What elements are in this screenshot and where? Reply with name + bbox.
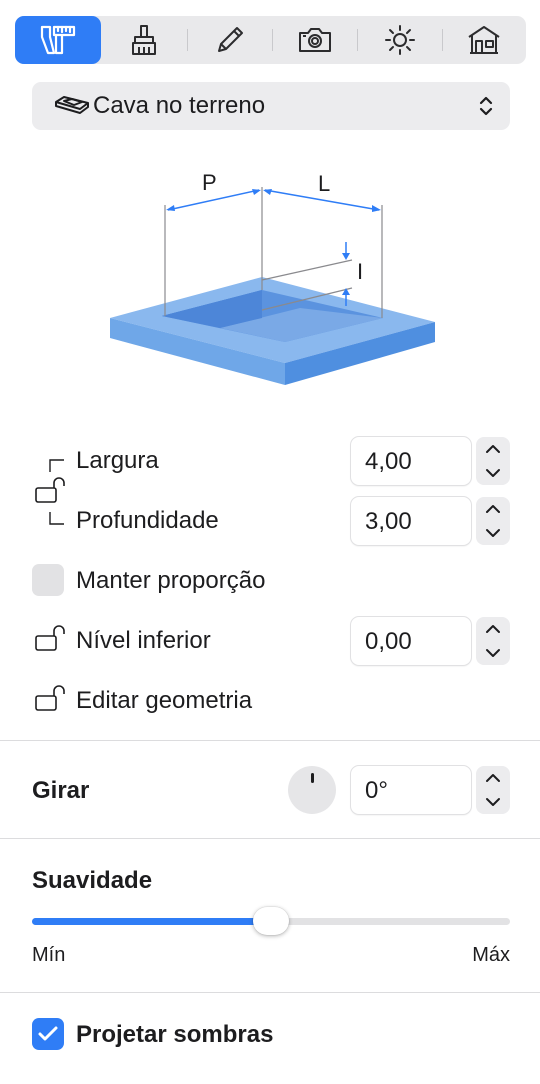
cast-shadows-label: Projetar sombras <box>76 1021 274 1048</box>
smoothness-label: Suavidade <box>32 867 153 894</box>
tab-building[interactable] <box>442 16 526 64</box>
tab-camera[interactable] <box>272 16 358 64</box>
tab-materials[interactable] <box>101 16 187 64</box>
rotate-increment-button[interactable] <box>476 766 510 790</box>
rotate-label: Girar <box>32 777 90 804</box>
bottom-level-value: 0,00 <box>365 628 412 655</box>
width-value: 4,00 <box>365 448 412 475</box>
paint-brush-icon <box>132 25 156 55</box>
width-label: Largura <box>76 447 159 474</box>
bottom-level-decrement-button[interactable] <box>476 641 510 665</box>
rotation-dial-indicator <box>311 773 314 783</box>
divider <box>0 838 540 839</box>
tab-lighting[interactable] <box>357 16 443 64</box>
tab-dimensions[interactable] <box>15 16 101 64</box>
terrain-cut-icon <box>55 96 89 114</box>
tab-edit[interactable] <box>187 16 273 64</box>
keep-ratio-label: Manter proporção <box>76 567 266 594</box>
keep-ratio-checkbox[interactable] <box>32 564 64 596</box>
terrain-cut-diagram: P L I <box>110 170 435 385</box>
rotate-decrement-button[interactable] <box>476 790 510 814</box>
bottom-level-label: Nível inferior <box>76 627 211 654</box>
chevron-up-icon <box>486 774 500 782</box>
slider-fill <box>32 918 271 925</box>
measure-tools-icon <box>40 25 76 55</box>
depth-decrement-button[interactable] <box>476 521 510 545</box>
chevron-down-icon <box>486 469 500 477</box>
object-type-label: Cava no terreno <box>93 92 266 119</box>
depth-label: Profundidade <box>76 507 219 534</box>
chevron-up-icon <box>486 505 500 513</box>
tab-bar <box>15 16 526 64</box>
depth-field[interactable]: 3,00 <box>350 496 472 546</box>
chevron-up-icon <box>486 445 500 453</box>
lock-open-icon[interactable] <box>34 476 70 506</box>
rotate-stepper[interactable] <box>476 766 510 814</box>
diagram-label-l: L <box>318 171 330 196</box>
slider-min-label: Mín <box>32 944 66 966</box>
camera-icon <box>299 28 331 52</box>
diagram-label-p: P <box>202 170 217 195</box>
bottom-level-field[interactable]: 0,00 <box>350 616 472 666</box>
chevron-up-icon <box>486 625 500 633</box>
depth-stepper[interactable] <box>476 497 510 545</box>
bottom-level-stepper[interactable] <box>476 617 510 665</box>
rotate-field[interactable]: 0° <box>350 765 472 815</box>
rotation-dial[interactable] <box>288 766 336 814</box>
sun-icon <box>385 25 415 55</box>
lock-open-icon[interactable] <box>34 684 70 714</box>
slider-max-label: Máx <box>472 944 510 966</box>
edit-geometry-label: Editar geometria <box>76 687 253 714</box>
object-type-select[interactable]: Cava no terreno <box>32 82 510 130</box>
lock-open-icon[interactable] <box>34 624 70 654</box>
rotate-value: 0° <box>365 777 388 804</box>
width-decrement-button[interactable] <box>476 461 510 485</box>
cast-shadows-checkbox[interactable] <box>32 1018 64 1050</box>
chevron-down-icon <box>486 529 500 537</box>
pencil-icon <box>218 27 243 52</box>
depth-value: 3,00 <box>365 508 412 535</box>
chevron-up-down-icon <box>479 96 493 116</box>
divider <box>0 992 540 993</box>
smoothness-slider[interactable] <box>32 907 510 935</box>
checkmark-icon <box>38 1026 58 1041</box>
width-field[interactable]: 4,00 <box>350 436 472 486</box>
chevron-down-icon <box>486 649 500 657</box>
bottom-level-increment-button[interactable] <box>476 617 510 641</box>
divider <box>0 740 540 741</box>
slider-thumb[interactable] <box>253 907 289 935</box>
house-icon <box>468 26 500 54</box>
width-increment-button[interactable] <box>476 437 510 461</box>
diagram-label-i: I <box>357 259 363 284</box>
depth-increment-button[interactable] <box>476 497 510 521</box>
width-stepper[interactable] <box>476 437 510 485</box>
chevron-down-icon <box>486 798 500 806</box>
